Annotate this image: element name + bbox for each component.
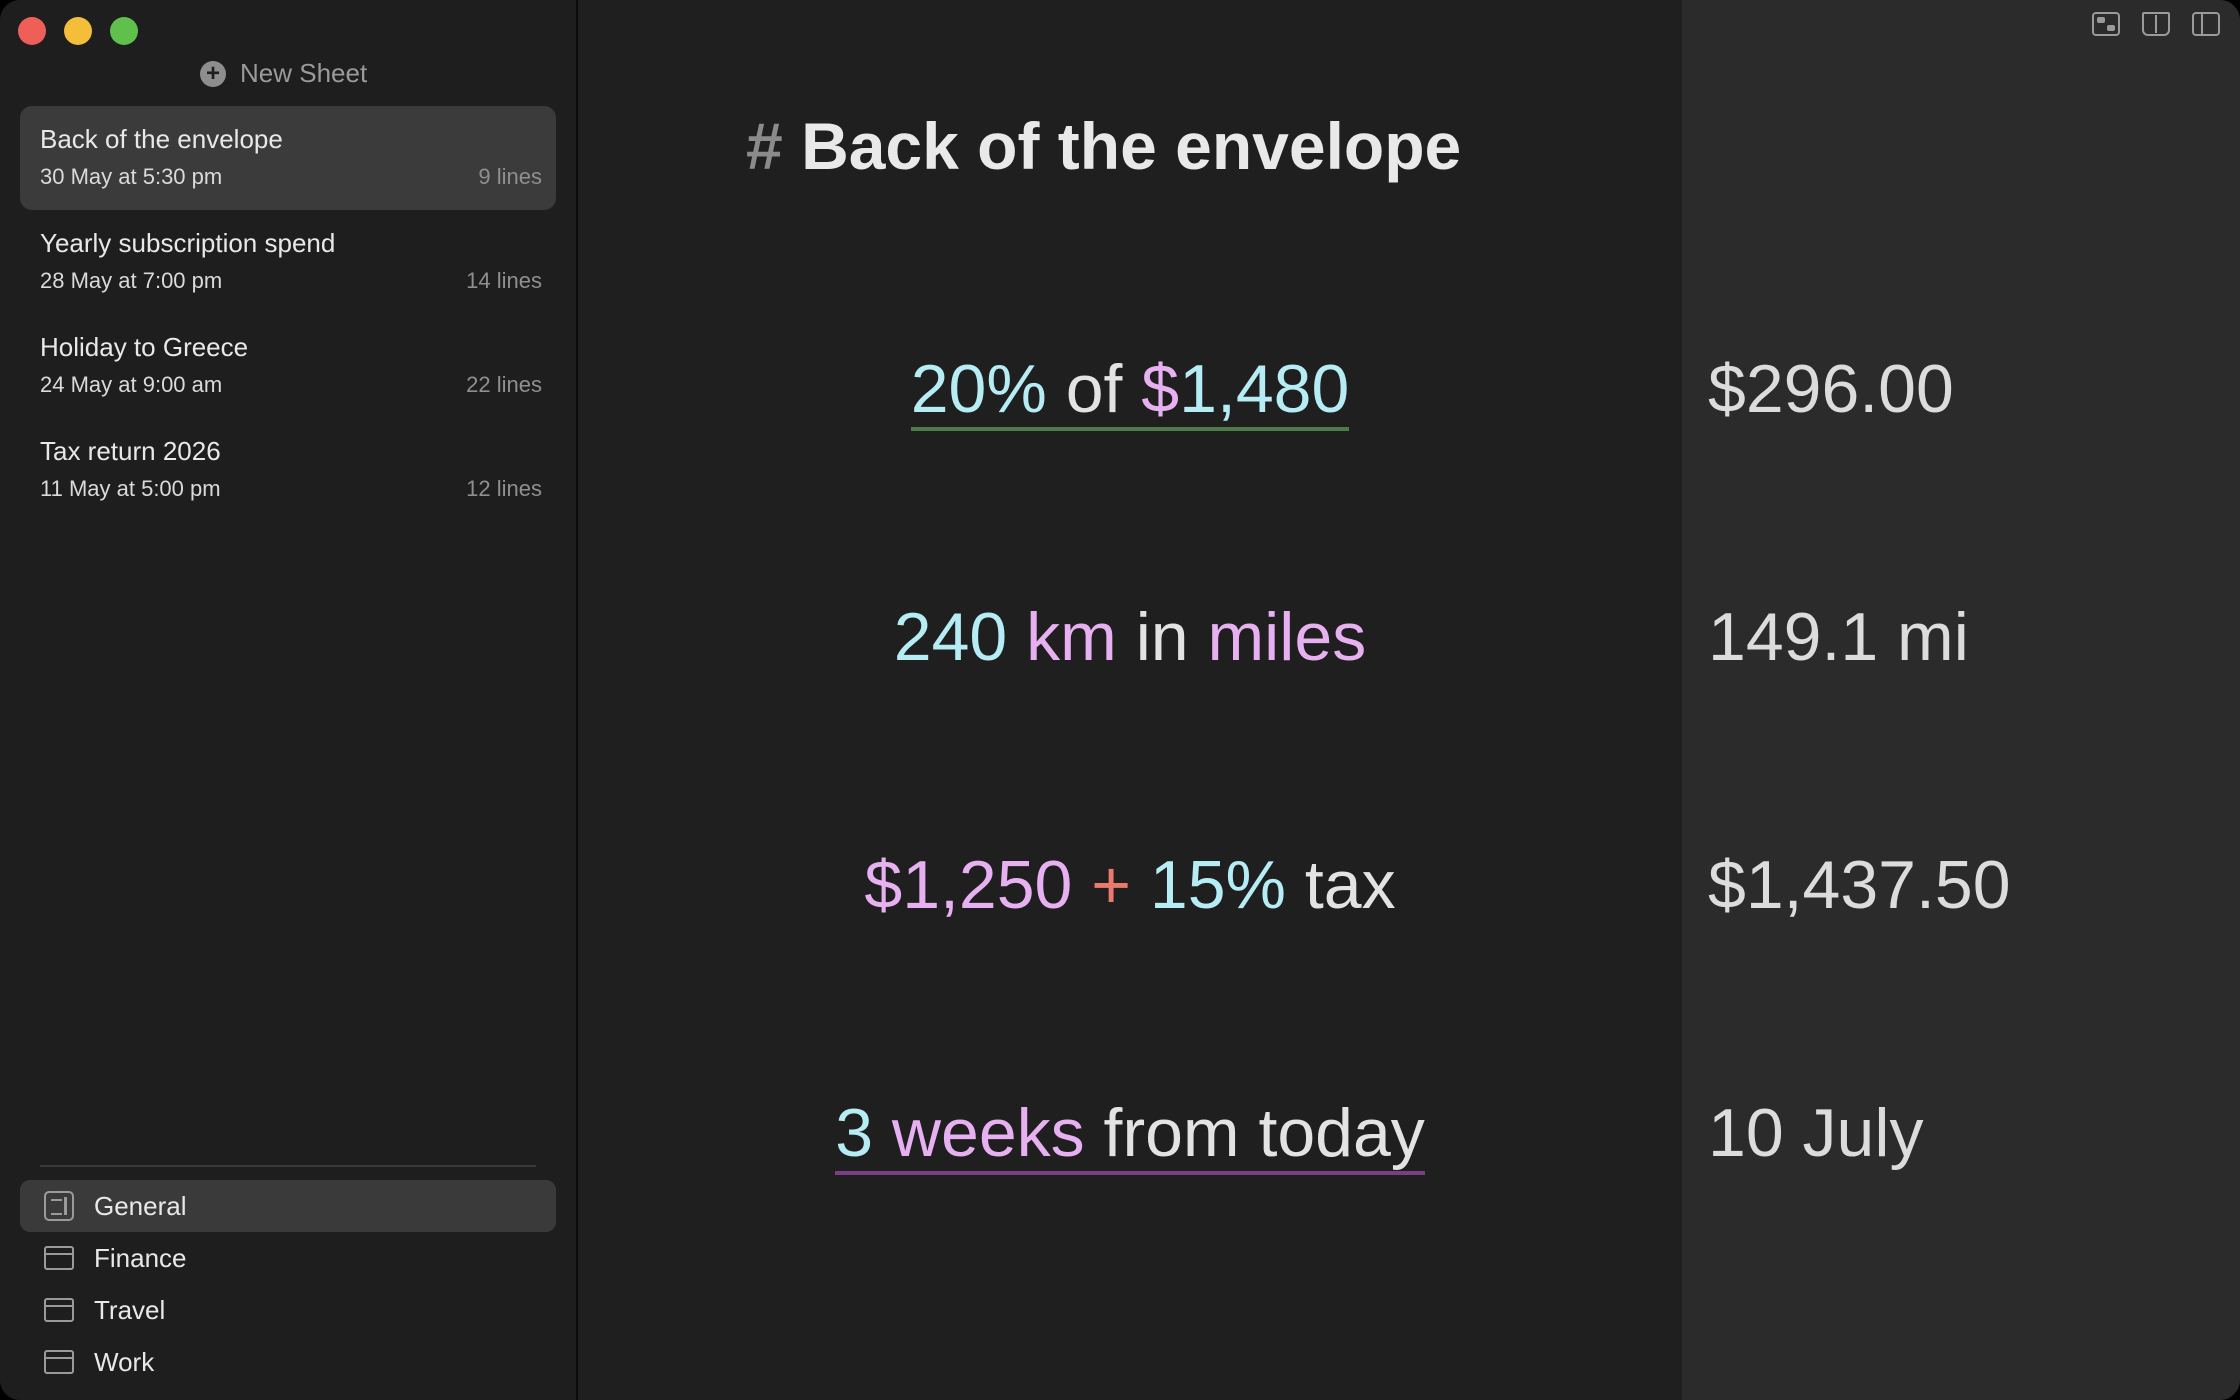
token-number: 3 xyxy=(835,1095,874,1175)
sheet-item-holiday-to-greece[interactable]: Holiday to Greece 24 May at 9:00 am 22 l… xyxy=(20,314,556,418)
sheet-title: Holiday to Greece xyxy=(40,332,249,362)
sheet-date: 30 May at 5:30 pm xyxy=(40,164,223,189)
folder-icon xyxy=(44,1246,74,1270)
expression-line-1[interactable]: 20% of $1,480 xyxy=(578,350,1682,431)
sidebar: + New Sheet Back of the envelope 30 May … xyxy=(0,0,578,1400)
token-number: 15% xyxy=(1149,847,1286,923)
folder-icon xyxy=(44,1298,74,1322)
sheet-title: Back of the envelope xyxy=(40,124,283,154)
editor[interactable]: # Back of the envelope 20% of $1,480 240… xyxy=(578,0,1682,1400)
token-text: in xyxy=(1116,599,1208,675)
sheet-line-count: 9 lines xyxy=(478,164,542,189)
result-3[interactable]: $1,437.50 xyxy=(1708,846,2011,924)
sheet-date: 11 May at 5:00 pm xyxy=(40,476,221,501)
toggle-icon[interactable] xyxy=(2092,12,2120,36)
token-number: $1,250 xyxy=(864,847,1073,923)
token-unit: $ xyxy=(1141,351,1180,431)
app-window: + New Sheet Back of the envelope 30 May … xyxy=(0,0,2240,1400)
token-unit: miles xyxy=(1207,599,1367,675)
heading-text: Back of the envelope xyxy=(801,109,1462,183)
heading-hash: # xyxy=(746,109,783,183)
token-unit: weeks xyxy=(873,1095,1085,1175)
results-panel: $296.00 149.1 mi $1,437.50 10 July xyxy=(1682,0,2240,1400)
maximize-window-button[interactable] xyxy=(110,17,138,45)
folder-label: Travel xyxy=(94,1294,166,1325)
book-icon[interactable] xyxy=(2142,12,2170,36)
plus-circle-icon: + xyxy=(200,60,226,87)
token-text: tax xyxy=(1285,847,1396,923)
token-text: of xyxy=(1046,351,1142,431)
token-number: 240 xyxy=(893,599,1008,675)
folder-label: Finance xyxy=(94,1242,187,1273)
sheet-item-back-of-the-envelope[interactable]: Back of the envelope 30 May at 5:30 pm 9… xyxy=(20,106,556,210)
minimize-window-button[interactable] xyxy=(64,17,92,45)
sidebar-divider xyxy=(40,1165,536,1167)
result-2[interactable]: 149.1 mi xyxy=(1708,598,1969,676)
sheet-title: Yearly subscription spend xyxy=(40,228,336,258)
sheet-line-count: 22 lines xyxy=(466,372,542,397)
sheet-date: 28 May at 7:00 pm xyxy=(40,268,223,293)
folder-label: Work xyxy=(94,1346,155,1377)
folder-list: General Finance Travel Work xyxy=(20,1180,556,1388)
new-sheet-button[interactable]: + New Sheet xyxy=(200,58,367,89)
expression-line-2[interactable]: 240 km in miles xyxy=(578,598,1682,676)
folder-icon xyxy=(44,1350,74,1374)
folder-item-finance[interactable]: Finance xyxy=(20,1232,556,1284)
sheet-date: 24 May at 9:00 am xyxy=(40,372,223,397)
new-sheet-label: New Sheet xyxy=(240,58,368,88)
notebook-icon xyxy=(44,1191,74,1221)
expression-line-4[interactable]: 3 weeks from today xyxy=(578,1094,1682,1175)
result-1[interactable]: $296.00 xyxy=(1708,350,1954,428)
folder-item-work[interactable]: Work xyxy=(20,1336,556,1388)
token-text: from today xyxy=(1084,1095,1425,1175)
result-4[interactable]: 10 July xyxy=(1708,1094,1923,1172)
sheet-line-count: 12 lines xyxy=(466,476,542,501)
sheet-list: Back of the envelope 30 May at 5:30 pm 9… xyxy=(20,106,556,522)
sheet-title: Tax return 2026 xyxy=(40,436,221,466)
token-unit: km xyxy=(1007,599,1117,675)
token-number: 20% xyxy=(910,351,1047,431)
sheet-line-count: 14 lines xyxy=(466,268,542,293)
folder-item-travel[interactable]: Travel xyxy=(20,1284,556,1336)
sheet-item-tax-return-2026[interactable]: Tax return 2026 11 May at 5:00 pm 12 lin… xyxy=(20,418,556,522)
close-window-button[interactable] xyxy=(18,17,46,45)
sheet-heading: # Back of the envelope xyxy=(746,108,1461,184)
toolbar xyxy=(2092,12,2220,36)
folder-item-general[interactable]: General xyxy=(20,1180,556,1232)
sheet-item-yearly-subscription-spend[interactable]: Yearly subscription spend 28 May at 7:00… xyxy=(20,210,556,314)
token-operator: + xyxy=(1072,847,1150,923)
folder-label: General xyxy=(94,1190,187,1221)
expression-line-3[interactable]: $1,250 + 15% tax xyxy=(578,846,1682,924)
sidebar-icon[interactable] xyxy=(2192,12,2220,36)
token-number: 1,480 xyxy=(1179,351,1350,431)
